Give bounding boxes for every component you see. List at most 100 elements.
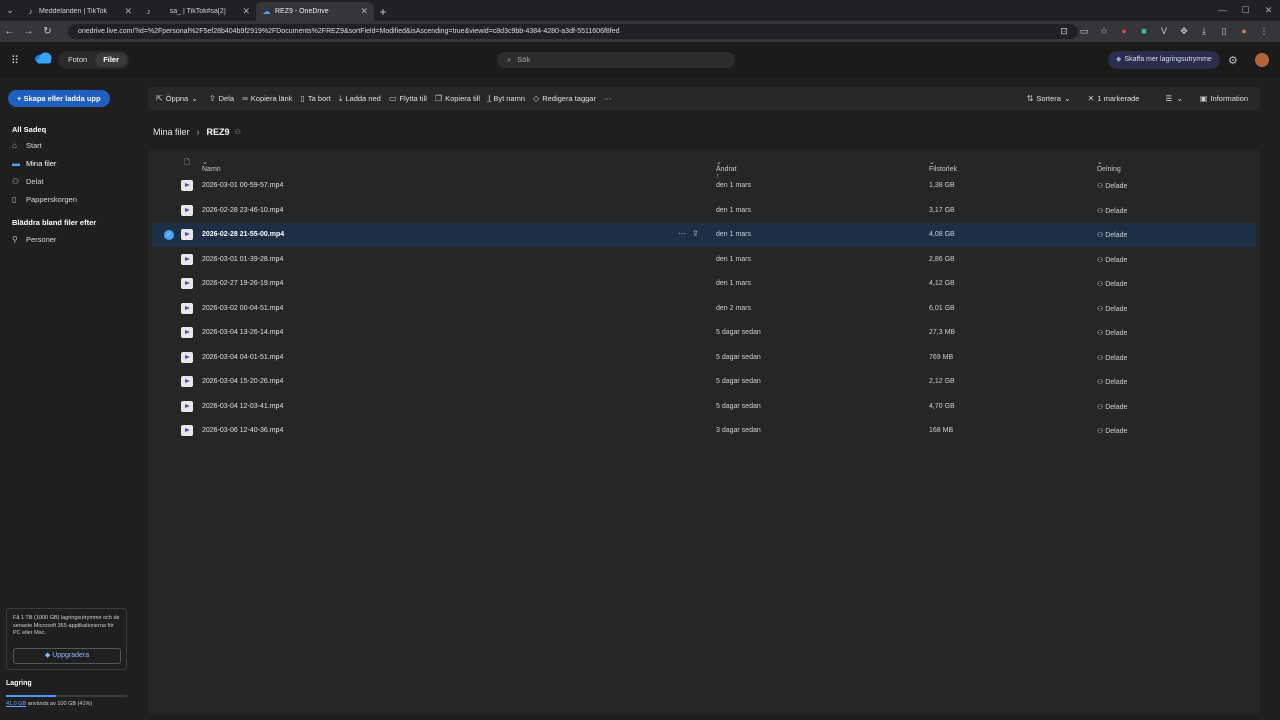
file-sharing[interactable]: ⚇ Delade xyxy=(1097,231,1127,239)
view-options-button[interactable]: ☰ ⌄ xyxy=(1165,87,1185,110)
sidebar-item-shared[interactable]: ⚇ Delat xyxy=(12,175,44,189)
file-name[interactable]: 2026-03-06 12-40-36.mp4 xyxy=(202,427,283,434)
file-name[interactable]: 2026-03-01 00-59-57.mp4 xyxy=(202,182,283,189)
column-sharing[interactable]: Delning ⌄ xyxy=(1097,158,1121,173)
file-sharing[interactable]: ⚇ Delade xyxy=(1097,207,1127,215)
onedrive-logo[interactable] xyxy=(34,52,52,67)
extension-red-icon[interactable]: ● xyxy=(1116,24,1132,39)
table-row[interactable]: ✓ ··· ⇪ 2026-02-28 21-55-00.mp4 den 1 mars 4,… xyxy=(152,223,1256,247)
table-row[interactable]: 2026-03-04 12-03-41.mp4 5 dagar sedan 4,70… xyxy=(152,395,1256,419)
file-name[interactable]: 2026-02-28 21-55-00.mp4 xyxy=(202,231,284,238)
browser-tab[interactable]: ♪ Meddelanden | TikTok ✕ xyxy=(20,2,138,21)
new-tab-button[interactable]: + xyxy=(374,2,392,21)
star-icon[interactable]: ☆ xyxy=(1096,24,1112,39)
table-row[interactable]: 2026-03-04 04-01-51.mp4 5 dagar sedan 769 … xyxy=(152,346,1256,370)
download-button[interactable]: ⤓ Ladda ned xyxy=(339,87,381,110)
extension-green-icon[interactable]: ■ xyxy=(1136,24,1152,39)
file-sharing[interactable]: ⚇ Delade xyxy=(1097,354,1127,362)
file-sharing[interactable]: ⚇ Delade xyxy=(1097,305,1127,313)
close-icon[interactable]: ✕ xyxy=(124,6,132,17)
storage-used-link[interactable]: 41,0 GB xyxy=(6,701,26,707)
more-options-icon[interactable]: ··· xyxy=(678,229,686,238)
file-sharing[interactable]: ⚇ Delade xyxy=(1097,378,1127,386)
browser-tab[interactable]: ♪ sa_ | TikTok#sa[2] ✕ xyxy=(138,2,256,21)
copy-link-button[interactable]: ∞ Kopiera länk xyxy=(242,87,292,110)
edit-tags-button[interactable]: ◇ Redigera taggar xyxy=(533,87,596,110)
file-name[interactable]: 2026-03-01 01-39-28.mp4 xyxy=(202,256,283,263)
file-type-icon[interactable]: 🗋 xyxy=(184,158,190,169)
column-size[interactable]: Filstorlek ⌄ xyxy=(929,158,957,173)
close-window-icon[interactable]: ✕ xyxy=(1257,0,1280,21)
upgrade-button[interactable]: ◆ Uppgradera xyxy=(13,648,121,664)
profile-icon[interactable]: ● xyxy=(1236,24,1252,39)
browser-tab-active[interactable]: ☁ REZ9 - OneDrive ✕ xyxy=(256,2,374,21)
table-row[interactable]: 2026-03-04 15-20-26.mp4 5 dagar sedan 2,12… xyxy=(152,370,1256,394)
table-row[interactable]: 2026-02-27 19-26-19.mp4 den 1 mars 4,12 GB… xyxy=(152,272,1256,296)
more-button[interactable]: ··· xyxy=(604,87,612,110)
close-icon[interactable]: ✕ xyxy=(242,6,250,17)
open-button[interactable]: ⇱ Öppna ⌄ xyxy=(156,87,201,110)
column-modified[interactable]: Ändrat ↑ ⌄ xyxy=(716,158,737,180)
download-icon[interactable]: ⤓ xyxy=(1196,24,1212,39)
cast-icon[interactable]: ▭ xyxy=(1076,24,1092,39)
sidebar-item-recycle-bin[interactable]: ▯ Papperskorgen xyxy=(12,193,77,207)
puzzle-icon[interactable]: ✥ xyxy=(1176,24,1192,39)
file-name[interactable]: 2026-02-27 19-26-19.mp4 xyxy=(202,280,283,287)
create-upload-button[interactable]: + Skapa eller ladda upp xyxy=(8,90,110,107)
breadcrumb-root[interactable]: Mina filer xyxy=(153,127,190,137)
minimize-icon[interactable]: — xyxy=(1211,0,1234,21)
maximize-icon[interactable]: ☐ xyxy=(1234,0,1257,21)
share-icon[interactable]: ⇪ xyxy=(692,229,699,238)
file-name[interactable]: 2026-03-04 12-03-41.mp4 xyxy=(202,403,283,410)
share-button[interactable]: ⇪ Dela xyxy=(209,87,234,110)
sidebar-item-people[interactable]: ⚲ Personer xyxy=(12,233,56,247)
table-row[interactable]: 2026-03-01 01-39-28.mp4 den 1 mars 2,86 GB… xyxy=(152,248,1256,272)
search-input[interactable]: ⌕ Sök xyxy=(497,52,735,68)
address-input[interactable]: onedrive.live.com/?id=%2Fpersonal%2F5ef2… xyxy=(68,24,1078,39)
breadcrumb-current[interactable]: REZ9 xyxy=(207,127,230,137)
table-row[interactable]: 2026-03-04 13-26-14.mp4 5 dagar sedan 27,3… xyxy=(152,321,1256,345)
app-launcher-icon[interactable]: ⠿ xyxy=(11,54,19,67)
move-to-button[interactable]: ▭ Flytta till xyxy=(389,87,427,110)
rename-button[interactable]: I̲ Byt namn xyxy=(488,87,525,110)
split-icon[interactable]: ▯ xyxy=(1216,24,1232,39)
information-button[interactable]: ▣ Information xyxy=(1200,87,1248,110)
file-sharing[interactable]: ⚇ Delade xyxy=(1097,182,1127,190)
sidebar-item-start[interactable]: ⌂ Start xyxy=(12,139,42,153)
table-row[interactable]: 2026-03-01 00-59-57.mp4 den 1 mars 1,38 GB… xyxy=(152,174,1256,198)
extension-v-icon[interactable]: V xyxy=(1156,24,1172,39)
sidebar-item-my-files[interactable]: ▬ Mina filer xyxy=(12,157,56,171)
avatar[interactable] xyxy=(1255,53,1269,67)
file-name[interactable]: 2026-02-28 23-46-10.mp4 xyxy=(202,207,283,214)
back-icon[interactable]: ← xyxy=(0,26,19,37)
copy-to-button[interactable]: ❐ Kopiera till xyxy=(435,87,480,110)
close-icon[interactable]: ✕ xyxy=(360,6,368,17)
file-name[interactable]: 2026-03-04 13-26-14.mp4 xyxy=(202,329,283,336)
menu-icon[interactable]: ⋮ xyxy=(1256,24,1272,39)
checkmark-icon[interactable]: ✓ xyxy=(164,230,174,240)
delete-button[interactable]: ▯ Ta bort xyxy=(300,87,330,110)
forward-icon[interactable]: → xyxy=(19,26,38,37)
file-name[interactable]: 2026-03-04 15-20-26.mp4 xyxy=(202,378,283,385)
tab-search-icon[interactable]: ⌄ xyxy=(0,0,20,21)
file-sharing[interactable]: ⚇ Delade xyxy=(1097,427,1127,435)
file-name[interactable]: 2026-03-02 00-04-51.mp4 xyxy=(202,305,283,312)
file-sharing[interactable]: ⚇ Delade xyxy=(1097,403,1127,411)
table-row[interactable]: 2026-03-06 12-40-36.mp4 3 dagar sedan 168 … xyxy=(152,419,1256,443)
table-row[interactable]: 2026-03-02 00-04-51.mp4 den 2 mars 6,01 GB… xyxy=(152,297,1256,321)
toggle-photos[interactable]: Foton xyxy=(60,53,95,67)
storage-title[interactable]: Lagring xyxy=(6,680,32,687)
file-name[interactable]: 2026-03-04 04-01-51.mp4 xyxy=(202,354,283,361)
file-sharing[interactable]: ⚇ Delade xyxy=(1097,329,1127,337)
install-icon[interactable]: ⊡ xyxy=(1056,24,1072,39)
toggle-files[interactable]: Filer xyxy=(95,53,128,67)
clear-selection-button[interactable]: ✕ 1 markerade xyxy=(1088,87,1140,110)
table-row[interactable]: 2026-02-28 23-46-10.mp4 den 1 mars 3,17 GB… xyxy=(152,199,1256,223)
get-more-storage-button[interactable]: ◆ Skaffa mer lagringsutrymme xyxy=(1108,51,1220,69)
file-sharing[interactable]: ⚇ Delade xyxy=(1097,256,1127,264)
reload-icon[interactable]: ↻ xyxy=(38,26,57,37)
file-sharing[interactable]: ⚇ Delade xyxy=(1097,280,1127,288)
sort-button[interactable]: ⇅ Sortera ⌄ xyxy=(1027,87,1074,110)
gear-icon[interactable]: ⚙ xyxy=(1228,54,1238,67)
column-name[interactable]: Namn ⌄ xyxy=(202,158,221,173)
